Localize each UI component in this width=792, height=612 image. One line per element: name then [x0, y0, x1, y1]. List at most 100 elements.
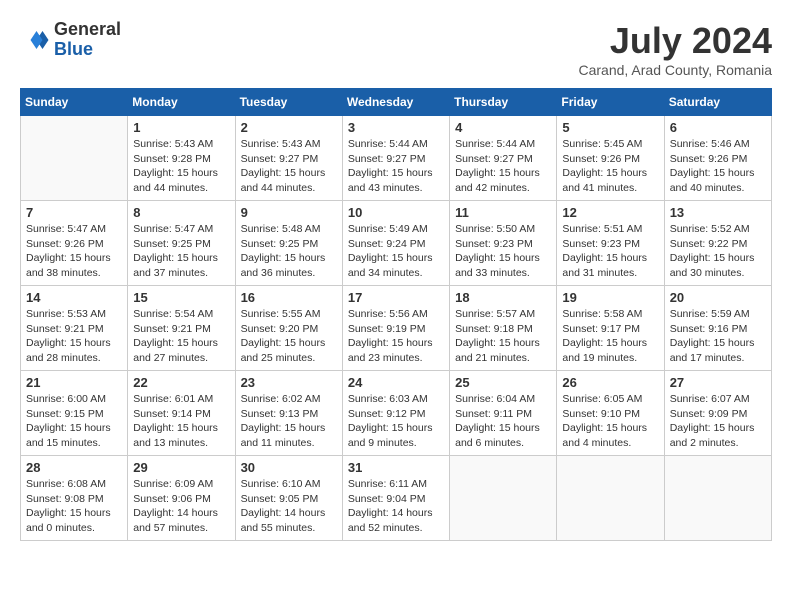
day-info: Sunrise: 6:02 AM Sunset: 9:13 PM Dayligh…	[241, 392, 337, 451]
day-number: 6	[670, 120, 766, 135]
calendar-cell: 19 Sunrise: 5:58 AM Sunset: 9:17 PM Dayli…	[557, 286, 664, 371]
weekday-header: Tuesday	[235, 89, 342, 116]
weekday-header: Saturday	[664, 89, 771, 116]
calendar-cell: 10 Sunrise: 5:49 AM Sunset: 9:24 PM Dayli…	[342, 201, 449, 286]
day-info: Sunrise: 5:47 AM Sunset: 9:26 PM Dayligh…	[26, 222, 122, 281]
day-info: Sunrise: 5:46 AM Sunset: 9:26 PM Dayligh…	[670, 137, 766, 196]
calendar-cell: 14Sunrise: 5:53 AM Sunset: 9:21 PM Dayli…	[21, 286, 128, 371]
day-number: 30	[241, 460, 337, 475]
day-info: Sunrise: 6:07 AM Sunset: 9:09 PM Dayligh…	[670, 392, 766, 451]
day-info: Sunrise: 6:03 AM Sunset: 9:12 PM Dayligh…	[348, 392, 444, 451]
month-title: July 2024	[578, 20, 772, 62]
day-info: Sunrise: 5:48 AM Sunset: 9:25 PM Dayligh…	[241, 222, 337, 281]
day-number: 26	[562, 375, 658, 390]
day-number: 13	[670, 205, 766, 220]
calendar-cell: 1 Sunrise: 5:43 AM Sunset: 9:28 PM Daylig…	[128, 116, 235, 201]
day-info: Sunrise: 6:08 AM Sunset: 9:08 PM Dayligh…	[26, 477, 122, 536]
day-info: Sunrise: 6:09 AM Sunset: 9:06 PM Dayligh…	[133, 477, 229, 536]
calendar-cell: 30 Sunrise: 6:10 AM Sunset: 9:05 PM Dayli…	[235, 456, 342, 541]
day-number: 15	[133, 290, 229, 305]
day-number: 2	[241, 120, 337, 135]
day-info: Sunrise: 5:43 AM Sunset: 9:27 PM Dayligh…	[241, 137, 337, 196]
day-info: Sunrise: 5:50 AM Sunset: 9:23 PM Dayligh…	[455, 222, 551, 281]
day-number: 24	[348, 375, 444, 390]
day-number: 9	[241, 205, 337, 220]
calendar-cell: 18 Sunrise: 5:57 AM Sunset: 9:18 PM Dayli…	[450, 286, 557, 371]
day-number: 20	[670, 290, 766, 305]
day-number: 25	[455, 375, 551, 390]
day-info: Sunrise: 5:49 AM Sunset: 9:24 PM Dayligh…	[348, 222, 444, 281]
day-info: Sunrise: 6:10 AM Sunset: 9:05 PM Dayligh…	[241, 477, 337, 536]
day-number: 1	[133, 120, 229, 135]
day-info: Sunrise: 5:44 AM Sunset: 9:27 PM Dayligh…	[455, 137, 551, 196]
day-number: 27	[670, 375, 766, 390]
logo-icon	[20, 25, 50, 55]
calendar-table: SundayMondayTuesdayWednesdayThursdayFrid…	[20, 88, 772, 541]
calendar-cell: 21 Sunrise: 6:00 AM Sunset: 9:15 PM Dayli…	[21, 371, 128, 456]
day-info: Sunrise: 6:11 AM Sunset: 9:04 PM Dayligh…	[348, 477, 444, 536]
day-info: Sunrise: 5:56 AM Sunset: 9:19 PM Dayligh…	[348, 307, 444, 366]
calendar-cell: 26Sunrise: 6:05 AM Sunset: 9:10 PM Dayli…	[557, 371, 664, 456]
calendar-cell: 7 Sunrise: 5:47 AM Sunset: 9:26 PM Daylig…	[21, 201, 128, 286]
day-info: Sunrise: 5:45 AM Sunset: 9:26 PM Dayligh…	[562, 137, 658, 196]
calendar-cell: 12 Sunrise: 5:51 AM Sunset: 9:23 PM Dayli…	[557, 201, 664, 286]
day-number: 12	[562, 205, 658, 220]
day-number: 10	[348, 205, 444, 220]
calendar-cell: 16 Sunrise: 5:55 AM Sunset: 9:20 PM Dayli…	[235, 286, 342, 371]
day-info: Sunrise: 5:59 AM Sunset: 9:16 PM Dayligh…	[670, 307, 766, 366]
day-number: 14	[26, 290, 122, 305]
day-number: 5	[562, 120, 658, 135]
weekday-header-row: SundayMondayTuesdayWednesdayThursdayFrid…	[21, 89, 772, 116]
day-number: 23	[241, 375, 337, 390]
calendar-cell: 6 Sunrise: 5:46 AM Sunset: 9:26 PM Daylig…	[664, 116, 771, 201]
weekday-header: Thursday	[450, 89, 557, 116]
calendar-cell: 13Sunrise: 5:52 AM Sunset: 9:22 PM Dayli…	[664, 201, 771, 286]
calendar-cell: 9 Sunrise: 5:48 AM Sunset: 9:25 PM Daylig…	[235, 201, 342, 286]
day-info: Sunrise: 6:00 AM Sunset: 9:15 PM Dayligh…	[26, 392, 122, 451]
week-row: 28Sunrise: 6:08 AM Sunset: 9:08 PM Dayli…	[21, 456, 772, 541]
day-number: 17	[348, 290, 444, 305]
calendar-cell: 22 Sunrise: 6:01 AM Sunset: 9:14 PM Dayli…	[128, 371, 235, 456]
day-number: 16	[241, 290, 337, 305]
day-info: Sunrise: 5:44 AM Sunset: 9:27 PM Dayligh…	[348, 137, 444, 196]
title-block: July 2024 Carand, Arad County, Romania	[578, 20, 772, 78]
day-number: 21	[26, 375, 122, 390]
calendar-cell	[450, 456, 557, 541]
calendar-cell: 8 Sunrise: 5:47 AM Sunset: 9:25 PM Daylig…	[128, 201, 235, 286]
calendar-cell: 2 Sunrise: 5:43 AM Sunset: 9:27 PM Daylig…	[235, 116, 342, 201]
day-number: 22	[133, 375, 229, 390]
calendar-cell: 17 Sunrise: 5:56 AM Sunset: 9:19 PM Dayli…	[342, 286, 449, 371]
calendar-cell: 3Sunrise: 5:44 AM Sunset: 9:27 PM Daylig…	[342, 116, 449, 201]
calendar-cell: 24 Sunrise: 6:03 AM Sunset: 9:12 PM Dayli…	[342, 371, 449, 456]
day-info: Sunrise: 5:58 AM Sunset: 9:17 PM Dayligh…	[562, 307, 658, 366]
week-row: 14Sunrise: 5:53 AM Sunset: 9:21 PM Dayli…	[21, 286, 772, 371]
day-number: 29	[133, 460, 229, 475]
day-number: 7	[26, 205, 122, 220]
day-info: Sunrise: 5:55 AM Sunset: 9:20 PM Dayligh…	[241, 307, 337, 366]
calendar-cell: 27 Sunrise: 6:07 AM Sunset: 9:09 PM Dayli…	[664, 371, 771, 456]
weekday-header: Sunday	[21, 89, 128, 116]
day-info: Sunrise: 5:54 AM Sunset: 9:21 PM Dayligh…	[133, 307, 229, 366]
day-number: 11	[455, 205, 551, 220]
day-number: 19	[562, 290, 658, 305]
week-row: 1 Sunrise: 5:43 AM Sunset: 9:28 PM Daylig…	[21, 116, 772, 201]
calendar-cell: 23 Sunrise: 6:02 AM Sunset: 9:13 PM Dayli…	[235, 371, 342, 456]
day-info: Sunrise: 5:57 AM Sunset: 9:18 PM Dayligh…	[455, 307, 551, 366]
weekday-header: Wednesday	[342, 89, 449, 116]
calendar-cell: 5 Sunrise: 5:45 AM Sunset: 9:26 PM Daylig…	[557, 116, 664, 201]
calendar-cell: 29 Sunrise: 6:09 AM Sunset: 9:06 PM Dayli…	[128, 456, 235, 541]
page-header: General Blue July 2024 Carand, Arad Coun…	[20, 20, 772, 78]
day-info: Sunrise: 6:01 AM Sunset: 9:14 PM Dayligh…	[133, 392, 229, 451]
day-info: Sunrise: 5:47 AM Sunset: 9:25 PM Dayligh…	[133, 222, 229, 281]
location: Carand, Arad County, Romania	[578, 62, 772, 78]
day-info: Sunrise: 5:51 AM Sunset: 9:23 PM Dayligh…	[562, 222, 658, 281]
day-number: 4	[455, 120, 551, 135]
day-number: 8	[133, 205, 229, 220]
logo-text: General Blue	[54, 20, 121, 60]
calendar-cell: 11 Sunrise: 5:50 AM Sunset: 9:23 PM Dayli…	[450, 201, 557, 286]
week-row: 21 Sunrise: 6:00 AM Sunset: 9:15 PM Dayli…	[21, 371, 772, 456]
calendar-cell: 20 Sunrise: 5:59 AM Sunset: 9:16 PM Dayli…	[664, 286, 771, 371]
day-number: 18	[455, 290, 551, 305]
day-info: Sunrise: 6:04 AM Sunset: 9:11 PM Dayligh…	[455, 392, 551, 451]
day-info: Sunrise: 5:43 AM Sunset: 9:28 PM Dayligh…	[133, 137, 229, 196]
